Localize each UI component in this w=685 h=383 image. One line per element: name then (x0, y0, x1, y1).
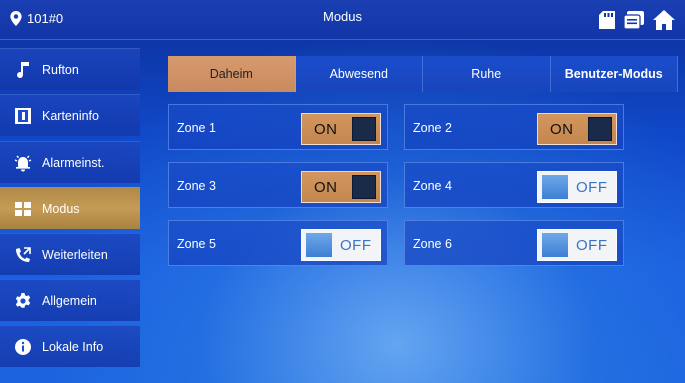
zone-6-toggle[interactable]: OFF (537, 229, 617, 261)
sidebar-item-modus[interactable]: Modus (0, 187, 140, 229)
header-icons (599, 10, 675, 30)
sidebar-item-label: Lokale Info (42, 339, 104, 354)
zone-3-toggle[interactable]: ON (301, 171, 381, 203)
toggle-state: OFF (340, 236, 372, 254)
tab-ruhe[interactable]: Ruhe (423, 56, 551, 92)
toggle-state: ON (314, 178, 338, 196)
mode-tabs: Daheim Abwesend Ruhe Benutzer-Modus (168, 56, 678, 92)
sidebar-item-alarmeinst[interactable]: Alarmeinst. (0, 141, 140, 183)
tab-benutzer-modus[interactable]: Benutzer-Modus (550, 56, 678, 92)
zone-label: Zone 1 (177, 121, 216, 135)
zone-5-toggle[interactable]: OFF (301, 229, 381, 261)
sd-card-icon[interactable] (599, 11, 615, 29)
sidebar-item-label: Alarmeinst. (42, 155, 105, 170)
sidebar-item-label: Modus (42, 201, 80, 216)
zone-2-row: Zone 2 ON (404, 104, 624, 150)
top-bar: 101#0 Modus (0, 0, 685, 40)
tab-daheim[interactable]: Daheim (168, 56, 296, 92)
page-title: Modus (322, 9, 363, 24)
zone-label: Zone 3 (177, 179, 216, 193)
toggle-knob (352, 175, 376, 199)
gear-icon (15, 292, 31, 308)
sidebar-item-label: Karteninfo (42, 108, 99, 123)
toggle-state: ON (550, 120, 574, 138)
sidebar-item-karteninfo[interactable]: Karteninfo (0, 94, 140, 136)
zone-1-row: Zone 1 ON (168, 104, 388, 150)
sidebar-item-lokale-info[interactable]: Lokale Info (0, 325, 140, 367)
toggle-knob (542, 175, 568, 199)
info-icon (15, 338, 31, 355)
zone-label: Zone 2 (413, 121, 452, 135)
toggle-knob (542, 233, 568, 257)
zone-4-row: Zone 4 OFF (404, 162, 624, 208)
zone-label: Zone 5 (177, 237, 216, 251)
sidebar-item-rufton[interactable]: Rufton (0, 48, 140, 90)
sidebar-item-allgemein[interactable]: Allgemein (0, 279, 140, 321)
alarm-bell-icon (14, 155, 32, 171)
music-note-icon (17, 61, 29, 78)
mode-grid-icon (15, 201, 31, 216)
toggle-knob (352, 117, 376, 141)
toggle-state: OFF (576, 178, 608, 196)
sidebar-item-label: Weiterleiten (42, 247, 108, 262)
zone-4-toggle[interactable]: OFF (537, 171, 617, 203)
tab-abwesend[interactable]: Abwesend (295, 56, 423, 92)
card-info-icon (15, 107, 31, 124)
call-forward-icon (16, 246, 31, 262)
zone-5-row: Zone 5 OFF (168, 220, 388, 266)
sidebar-item-weiterleiten[interactable]: Weiterleiten (0, 233, 140, 275)
sidebar-item-label: Rufton (42, 62, 79, 77)
toggle-state: ON (314, 120, 338, 138)
sidebar-item-label: Allgemein (42, 293, 97, 308)
zone-2-toggle[interactable]: ON (537, 113, 617, 145)
zone-3-row: Zone 3 ON (168, 162, 388, 208)
zone-6-row: Zone 6 OFF (404, 220, 624, 266)
zone-label: Zone 6 (413, 237, 452, 251)
home-icon[interactable] (653, 10, 675, 30)
zone-1-toggle[interactable]: ON (301, 113, 381, 145)
zone-label: Zone 4 (413, 179, 452, 193)
toggle-knob (306, 233, 332, 257)
toggle-knob (588, 117, 612, 141)
message-icon[interactable] (624, 11, 644, 29)
toggle-state: OFF (576, 236, 608, 254)
